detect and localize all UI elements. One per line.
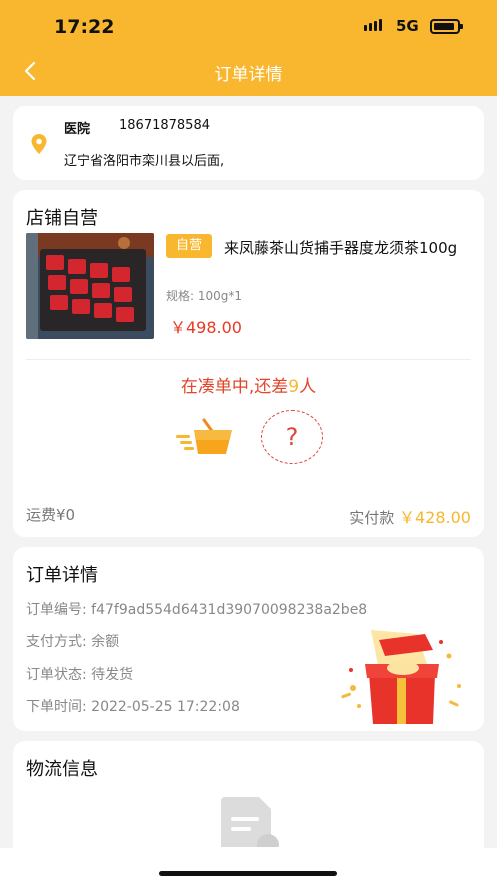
- paid-amount: ￥428.00: [399, 508, 471, 527]
- address-card[interactable]: 医院 18671878584 辽宁省洛阳市栾川县以后面,: [13, 106, 484, 180]
- shop-name: 店铺自营: [26, 208, 98, 229]
- group-buy-prefix: 在凑单中,还差: [180, 377, 289, 397]
- order-time: 下单时间: 2022-05-25 17:22:08: [26, 699, 240, 715]
- page-title: 订单详情: [214, 65, 283, 85]
- document-icon: [221, 797, 279, 847]
- order-details-card: 订单详情 订单编号: f47f9ad554d6431d39070098238a2…: [13, 547, 484, 731]
- empty-member-slot[interactable]: ?: [261, 410, 323, 464]
- shopping-basket-icon: [176, 418, 232, 454]
- signal-icon: [364, 19, 382, 31]
- payment-method: 支付方式: 余额: [26, 634, 120, 650]
- group-buy-status: 在凑单中,还差9人: [13, 372, 484, 397]
- home-indicator[interactable]: [159, 871, 337, 876]
- product-name[interactable]: 来凤藤茶山货捕手器度龙须茶100g: [166, 235, 471, 261]
- product-spec: 规格: 100g*1: [166, 289, 243, 303]
- order-details-title: 订单详情: [26, 565, 98, 586]
- top-bar: 17:22 5G 订单详情: [0, 0, 497, 96]
- recipient-address: 辽宁省洛阳市栾川县以后面,: [64, 154, 225, 169]
- product-image[interactable]: [26, 233, 154, 339]
- order-number: 订单编号: f47f9ad554d6431d39070098238a2be8: [26, 602, 368, 618]
- home-bar: [0, 848, 497, 883]
- product-price: ￥498.00: [170, 318, 242, 337]
- order-card: 店铺自营 自营 来凤藤茶山货捕手器度龙须茶100g 规格: 100g*1 ￥49…: [13, 190, 484, 537]
- gift-box-icon: [341, 630, 461, 724]
- logistics-title: 物流信息: [26, 759, 98, 780]
- freight-fee: 运费¥0: [26, 506, 76, 524]
- divider: [26, 359, 471, 360]
- paid-label: 实付款: [349, 509, 395, 527]
- battery-icon: [430, 19, 463, 34]
- group-buy-remaining: 9: [288, 377, 300, 397]
- recipient-phone: 18671878584: [119, 118, 210, 133]
- group-buy-suffix: 人: [299, 377, 317, 397]
- order-status: 订单状态: 待发货: [26, 667, 134, 683]
- location-pin-icon: [31, 134, 47, 154]
- network-label: 5G: [396, 17, 419, 35]
- paid-total: 实付款 ￥428.00: [349, 504, 471, 528]
- recipient-name: 医院: [64, 122, 91, 137]
- status-time: 17:22: [54, 16, 115, 38]
